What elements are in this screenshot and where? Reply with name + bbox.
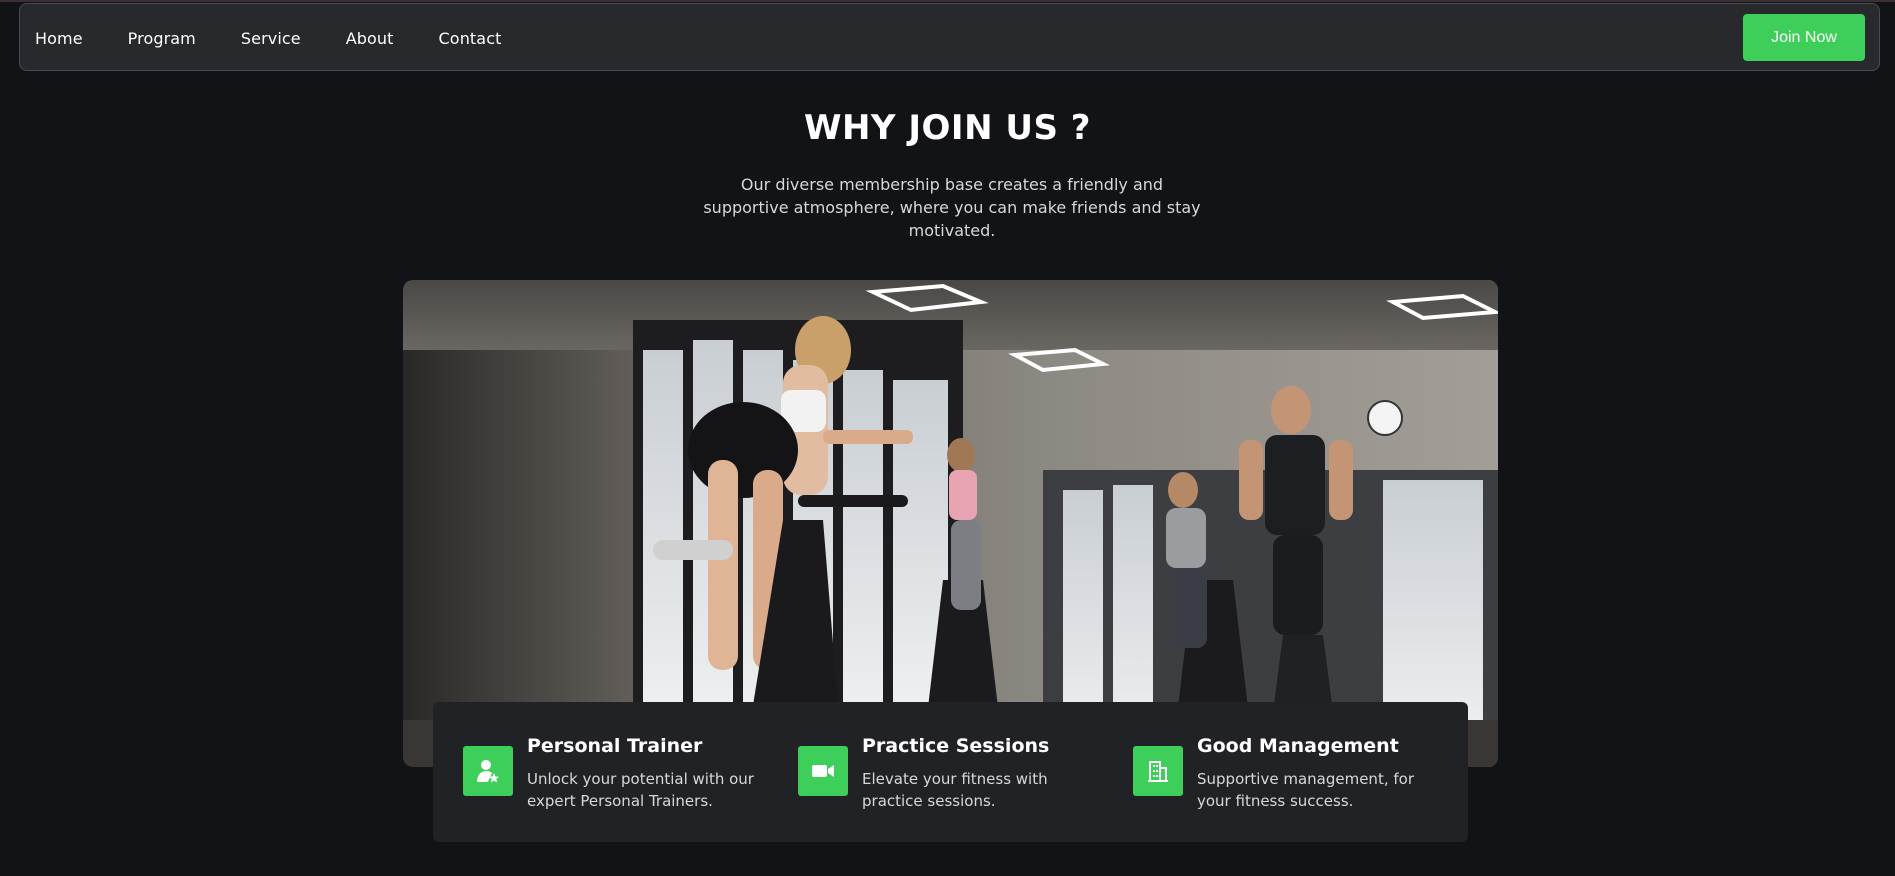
navbar: Home Program Service About Contact Join … — [19, 3, 1880, 71]
building-icon — [1133, 746, 1183, 796]
trainer-badge-icon — [463, 746, 513, 796]
feature-title: Practice Sessions — [862, 735, 1050, 757]
feature-title: Personal Trainer — [527, 735, 703, 757]
nav-link-program[interactable]: Program — [128, 29, 196, 48]
nav-link-service[interactable]: Service — [241, 29, 301, 48]
gym-cycling-illustration — [403, 280, 1498, 767]
join-now-button[interactable]: Join Now — [1743, 14, 1865, 61]
feature-personal-trainer: Personal Trainer Unlock your potential w… — [463, 732, 783, 822]
nav-link-home[interactable]: Home — [35, 29, 83, 48]
feature-description: Supportive management, for your fitness … — [1197, 770, 1414, 810]
feature-description: Elevate your fitness with practice sessi… — [862, 770, 1048, 810]
feature-good-management: Good Management Supportive management, f… — [1133, 732, 1453, 822]
hero-image — [403, 280, 1498, 767]
video-camera-icon — [798, 746, 848, 796]
nav-link-contact[interactable]: Contact — [439, 29, 502, 48]
feature-title: Good Management — [1197, 735, 1399, 757]
section-description: Our diverse membership base creates a fr… — [703, 175, 1201, 240]
section-title: WHY JOIN US ? — [803, 108, 1092, 148]
nav-link-about[interactable]: About — [346, 29, 394, 48]
top-accent-line — [0, 0, 1895, 2]
features-card: Personal Trainer Unlock your potential w… — [433, 702, 1468, 842]
nav-links: Home Program Service About Contact — [35, 4, 546, 72]
feature-practice-sessions: Practice Sessions Elevate your fitness w… — [798, 732, 1118, 822]
feature-description: Unlock your potential with our expert Pe… — [527, 770, 754, 810]
